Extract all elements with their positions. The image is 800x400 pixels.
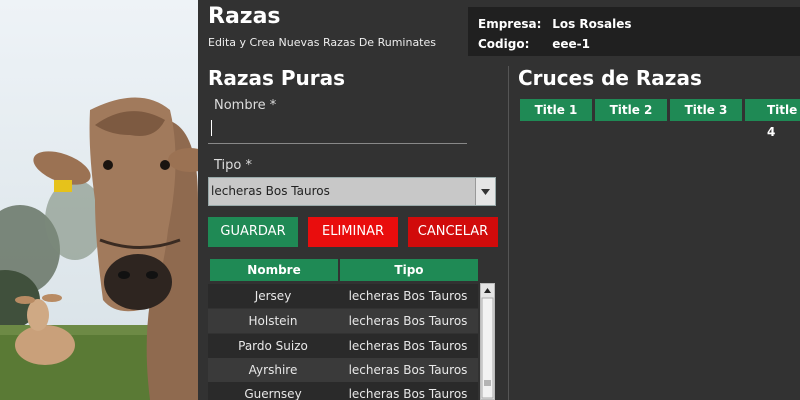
tipo-selected-value: lecheras Bos Tauros xyxy=(211,184,330,198)
codigo-row: Codigo: eee-1 xyxy=(478,37,590,51)
cell-nombre: Guernsey xyxy=(244,387,302,400)
table-scrollbar[interactable] xyxy=(480,283,495,400)
cell-nombre: Jersey xyxy=(254,289,292,303)
cell-nombre: Ayrshire xyxy=(248,363,298,377)
codigo-label: Codigo: xyxy=(478,37,530,51)
cell-tipo: lecheras Bos Tauros xyxy=(348,363,468,377)
empresa-value: Los Rosales xyxy=(552,17,632,31)
nombre-label: Nombre * xyxy=(214,98,277,113)
tipo-select[interactable]: lecheras Bos Tauros xyxy=(208,177,496,206)
empresa-label: Empresa: xyxy=(478,17,542,31)
tipo-label: Tipo * xyxy=(214,158,252,173)
cell-tipo: lecheras Bos Tauros xyxy=(348,289,468,303)
cell-nombre: Pardo Suizo xyxy=(238,339,308,353)
main-panel: Razas Edita y Crea Nuevas Razas De Rumin… xyxy=(198,0,800,400)
cow-photo xyxy=(0,0,198,400)
cell-nombre: Holstein xyxy=(248,314,298,328)
table-row[interactable]: Guernsey lecheras Bos Tauros xyxy=(208,382,478,400)
table-row[interactable]: Ayrshire lecheras Bos Tauros xyxy=(208,358,478,382)
column-header-nombre[interactable]: Nombre xyxy=(210,259,340,281)
table-row[interactable]: Jersey lecheras Bos Tauros xyxy=(208,284,478,308)
company-info-box: Empresa: Los Rosales Codigo: eee-1 xyxy=(468,7,800,56)
cruces-heading: Cruces de Razas xyxy=(518,66,702,90)
cancelar-button[interactable]: CANCELAR xyxy=(408,217,498,247)
page-title: Razas xyxy=(208,4,281,29)
dropdown-arrow-button[interactable] xyxy=(475,178,495,205)
text-caret xyxy=(211,120,212,136)
eliminar-button[interactable]: ELIMINAR xyxy=(308,217,398,247)
cell-tipo: lecheras Bos Tauros xyxy=(348,387,468,400)
cruces-column-header-3[interactable]: Title 3 xyxy=(670,99,742,121)
codigo-value: eee-1 xyxy=(552,37,590,51)
cell-tipo: lecheras Bos Tauros xyxy=(348,314,468,328)
cell-tipo: lecheras Bos Tauros xyxy=(348,339,468,353)
guardar-button[interactable]: GUARDAR xyxy=(208,217,298,247)
table-row[interactable]: Holstein lecheras Bos Tauros xyxy=(208,309,478,333)
nombre-input[interactable] xyxy=(208,115,467,144)
table-row[interactable]: Pardo Suizo lecheras Bos Tauros xyxy=(208,334,478,358)
razas-puras-heading: Razas Puras xyxy=(208,66,346,90)
section-divider xyxy=(508,66,509,400)
cruces-column-header-2[interactable]: Title 2 xyxy=(595,99,667,121)
scrollbar-graphics xyxy=(481,288,494,399)
column-header-tipo[interactable]: Tipo xyxy=(340,259,480,281)
chevron-down-icon xyxy=(481,189,490,195)
cruces-column-header-4[interactable]: Title 4 xyxy=(745,99,800,139)
scroll-up-icon xyxy=(484,288,491,293)
page-subtitle: Edita y Crea Nuevas Razas De Ruminates xyxy=(208,36,436,49)
empresa-row: Empresa: Los Rosales xyxy=(478,17,632,31)
cruces-column-header-1[interactable]: Title 1 xyxy=(520,99,592,121)
